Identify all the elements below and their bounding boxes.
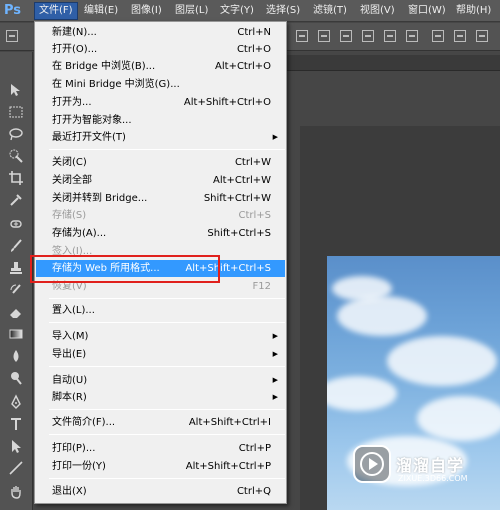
menu-file[interactable]: 文件(F) [34, 2, 78, 20]
healing-brush-icon[interactable] [5, 214, 27, 234]
menu-item-print[interactable]: 打印(P)... Ctrl+P [36, 440, 285, 457]
menu-item-exit[interactable]: 退出(X) Ctrl+Q [36, 483, 285, 500]
hand-icon[interactable] [5, 482, 27, 502]
align-right-icon[interactable] [406, 30, 418, 42]
eraser-icon[interactable] [5, 302, 27, 322]
menu-item-file-info[interactable]: 文件简介(F)... Alt+Shift+Ctrl+I [36, 414, 285, 431]
menu-item-open-as[interactable]: 打开为... Alt+Shift+Ctrl+O [36, 94, 285, 111]
menu-filter[interactable]: 滤镜(T) [309, 2, 351, 20]
menu-item-open[interactable]: 打开(O)... Ctrl+O [36, 41, 285, 58]
menu-separator [49, 409, 285, 410]
menu-item-close[interactable]: 关闭(C) Ctrl+W [36, 154, 285, 171]
menu-item-place[interactable]: 置入(L)... [36, 302, 285, 319]
blur-icon[interactable] [5, 346, 27, 366]
watermark-title: 溜溜自学 [396, 456, 465, 475]
menu-select[interactable]: 选择(S) [262, 2, 304, 20]
menu-item-new[interactable]: 新建(N)... Ctrl+N [36, 24, 285, 41]
annotation-highlight-box [30, 255, 220, 283]
submenu-arrow-icon: ▶ [272, 133, 278, 141]
menu-item-export[interactable]: 导出(E) ▶ [36, 346, 285, 363]
move-tool-icon[interactable] [6, 30, 18, 42]
menu-layer[interactable]: 图层(L) [171, 2, 212, 20]
lasso-icon[interactable] [5, 124, 27, 144]
eyedropper-icon[interactable] [5, 190, 27, 210]
watermark-url: ZIXUE.3D66.COM [398, 474, 468, 483]
menu-item-print-one-copy[interactable]: 打印一份(Y) Alt+Shift+Ctrl+P [36, 458, 285, 475]
line-icon[interactable] [5, 458, 27, 478]
menu-separator [49, 322, 285, 323]
menu-item-save[interactable]: 存储(S) Ctrl+S [36, 207, 285, 224]
pen-icon[interactable] [5, 392, 27, 412]
align-left-icon[interactable] [362, 30, 374, 42]
menu-image[interactable]: 图像(I) [127, 2, 166, 20]
marquee-icon[interactable] [5, 102, 27, 122]
submenu-arrow-icon: ▶ [272, 350, 278, 358]
align-hcenter-icon[interactable] [384, 30, 396, 42]
menu-item-recent-files[interactable]: 最近打开文件(T) ▶ [36, 129, 285, 146]
menu-separator [49, 434, 285, 435]
quick-selection-icon[interactable] [5, 146, 27, 166]
menu-separator [49, 149, 285, 150]
submenu-arrow-icon: ▶ [272, 332, 278, 340]
menu-separator [49, 366, 285, 367]
menu-item-browse-bridge[interactable]: 在 Bridge 中浏览(B)... Alt+Ctrl+O [36, 58, 285, 75]
menu-item-close-all[interactable]: 关闭全部 Alt+Ctrl+W [36, 172, 285, 189]
gradient-icon[interactable] [5, 324, 27, 344]
align-top-icon[interactable] [296, 30, 308, 42]
menu-item-import[interactable]: 导入(M) ▶ [36, 328, 285, 345]
menu-window[interactable]: 窗口(W) [404, 2, 450, 20]
distribute-top-icon[interactable] [432, 30, 444, 42]
menu-item-close-go-bridge[interactable]: 关闭并转到 Bridge... Shift+Ctrl+W [36, 190, 285, 207]
menu-item-scripts[interactable]: 脚本(R) ▶ [36, 389, 285, 406]
clone-stamp-icon[interactable] [5, 258, 27, 278]
document-tab-bar[interactable] [285, 55, 500, 71]
menu-type[interactable]: 文字(Y) [216, 2, 258, 20]
menu-separator [49, 298, 285, 299]
toolbox [0, 52, 33, 510]
distribute-bottom-icon[interactable] [476, 30, 488, 42]
move-icon[interactable] [5, 80, 27, 100]
menu-item-browse-mini-bridge[interactable]: 在 Mini Bridge 中浏览(G)... [36, 76, 285, 93]
path-selection-icon[interactable] [5, 436, 27, 456]
menu-item-automate[interactable]: 自动(U) ▶ [36, 372, 285, 389]
crop-icon[interactable] [5, 168, 27, 188]
align-vcenter-icon[interactable] [318, 30, 330, 42]
history-brush-icon[interactable] [5, 280, 27, 300]
menu-bar: Ps 文件(F) 编辑(E) 图像(I) 图层(L) 文字(Y) 选择(S) 滤… [0, 0, 500, 22]
distribute-vcenter-icon[interactable] [454, 30, 466, 42]
watermark-logo-icon [353, 445, 391, 483]
menu-separator [49, 478, 285, 479]
menu-edit[interactable]: 编辑(E) [80, 2, 122, 20]
menu-help[interactable]: 帮助(H) [452, 2, 495, 20]
photoshop-logo: Ps [4, 3, 22, 18]
submenu-arrow-icon: ▶ [272, 393, 278, 401]
type-icon[interactable] [5, 414, 27, 434]
align-bottom-icon[interactable] [340, 30, 352, 42]
menu-item-open-smart-object[interactable]: 打开为智能对象... [36, 112, 285, 129]
submenu-arrow-icon: ▶ [272, 376, 278, 384]
brush-icon[interactable] [5, 236, 27, 256]
menu-item-save-as[interactable]: 存储为(A)... Shift+Ctrl+S [36, 225, 285, 242]
menu-view[interactable]: 视图(V) [356, 2, 399, 20]
dodge-icon[interactable] [5, 368, 27, 388]
